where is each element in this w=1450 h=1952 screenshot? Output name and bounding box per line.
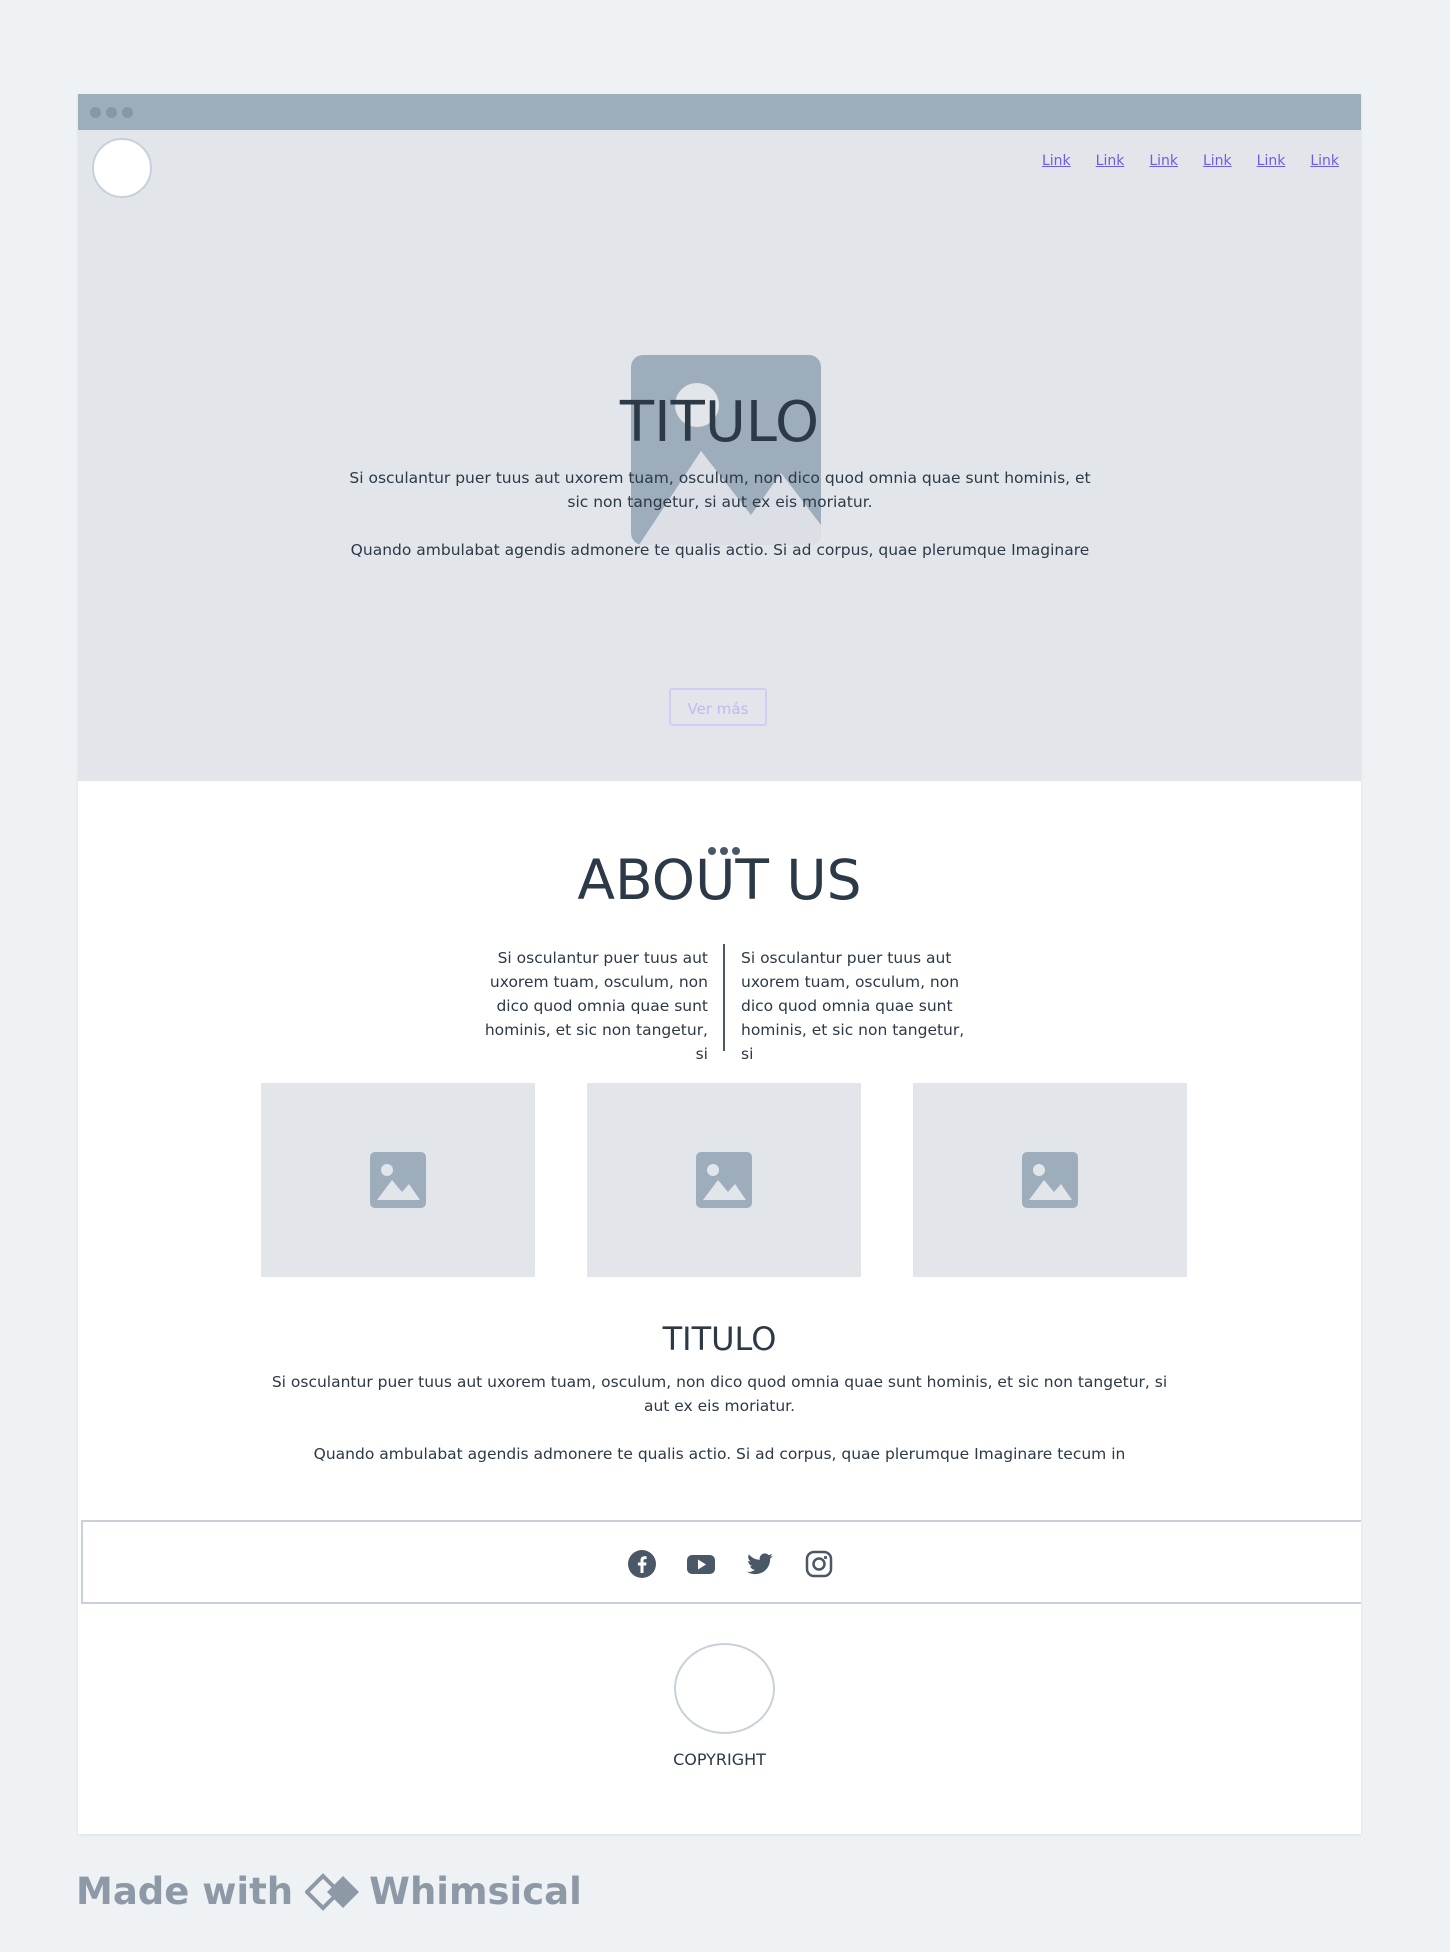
image-card-2 <box>587 1083 861 1277</box>
facebook-icon[interactable] <box>628 1550 656 1578</box>
wireframe-frame: Link Link Link Link Link Link TITULO Si … <box>78 94 1361 1834</box>
social-bar <box>81 1520 1361 1604</box>
nav-link-3[interactable]: Link <box>1149 153 1178 169</box>
nav-link-1[interactable]: Link <box>1042 153 1071 169</box>
hero-paragraph-2: Quando ambulabat agendis admonere te qua… <box>350 541 1090 559</box>
footer-logo <box>674 1643 775 1734</box>
nav-link-5[interactable]: Link <box>1257 153 1286 169</box>
section-title: TITULO <box>662 1320 777 1358</box>
copyright-text: COPYRIGHT <box>673 1750 766 1769</box>
hero-section: Link Link Link Link Link Link TITULO Si … <box>78 130 1361 855</box>
window-dot-icon <box>106 107 117 118</box>
about-text-right: Si osculantur puer tuus aut uxorem tuam,… <box>741 949 965 1063</box>
social-icons <box>628 1550 833 1578</box>
ver-mas-button[interactable]: Ver más <box>669 688 767 726</box>
nav-link-2[interactable]: Link <box>1096 153 1125 169</box>
top-nav: Link Link Link Link Link Link <box>1017 153 1339 169</box>
hero-title: TITULO <box>619 390 820 455</box>
nav-link-6[interactable]: Link <box>1310 153 1339 169</box>
image-icon <box>370 1152 426 1208</box>
column-divider <box>723 944 725 1051</box>
twitter-icon[interactable] <box>746 1550 774 1578</box>
hero-paragraph-1: Si osculantur puer tuus aut uxorem tuam,… <box>349 469 1091 511</box>
logo[interactable] <box>92 138 152 198</box>
youtube-icon[interactable] <box>687 1550 715 1578</box>
section-paragraph-1: Si osculantur puer tuus aut uxorem tuam,… <box>271 1373 1168 1415</box>
image-icon <box>1022 1152 1078 1208</box>
instagram-icon[interactable] <box>805 1550 833 1578</box>
nav-link-4[interactable]: Link <box>1203 153 1232 169</box>
image-card-1 <box>261 1083 535 1277</box>
whimsical-brand: Whimsical <box>369 1870 582 1913</box>
about-text-left: Si osculantur puer tuus aut uxorem tuam,… <box>484 949 708 1063</box>
whimsical-watermark[interactable]: Made with Whimsical <box>76 1870 582 1913</box>
whimsical-logo-icon <box>305 1872 360 1911</box>
section-paragraph-2: Quando ambulabat agendis admonere te qua… <box>313 1445 1126 1463</box>
about-title: ABOUT US <box>577 848 862 912</box>
window-titlebar <box>78 94 1361 130</box>
image-icon <box>696 1152 752 1208</box>
made-with-label: Made with <box>76 1870 294 1913</box>
image-card-3 <box>913 1083 1187 1277</box>
window-dot-icon <box>122 107 133 118</box>
window-dot-icon <box>90 107 101 118</box>
